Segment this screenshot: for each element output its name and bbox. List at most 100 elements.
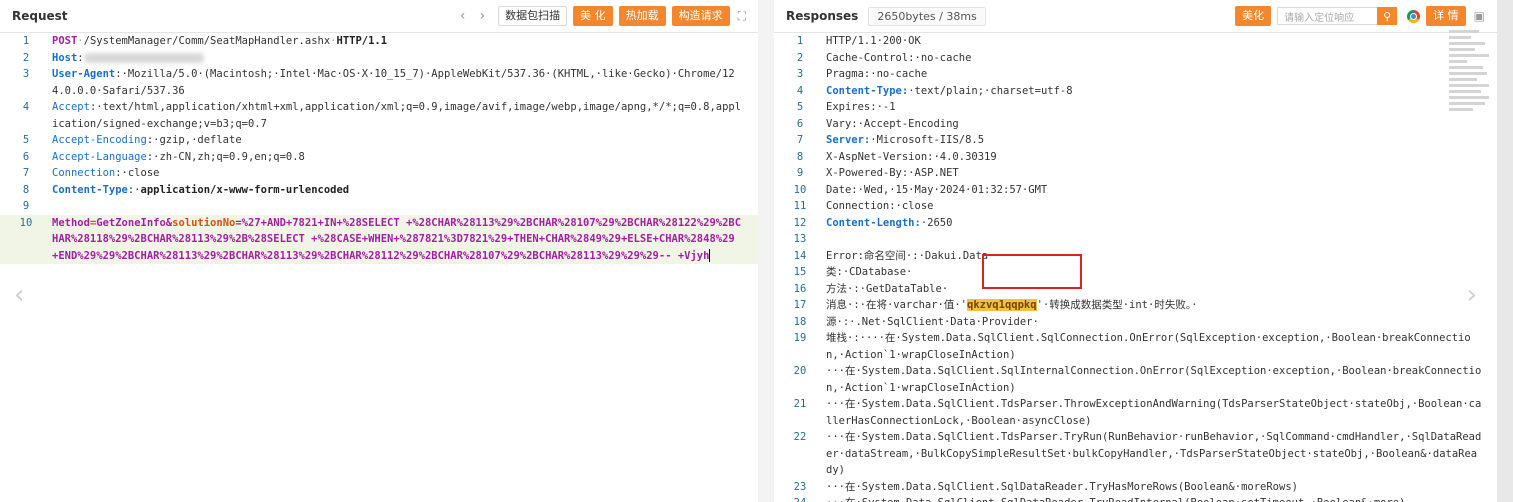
code-token: application/x-www-form-urlencoded <box>140 183 350 196</box>
code-line[interactable]: 1 POST·/SystemManager/Comm/SeatMapHandler… <box>0 33 758 50</box>
code-line[interactable]: 2 Host: <box>0 50 758 67</box>
code-line[interactable]: 3 User-Agent:·Mozilla/5.0·(Macintosh;·Int… <box>0 66 758 99</box>
line-number: 8 <box>796 150 804 163</box>
response-search-input[interactable]: 请输入定位响应 <box>1277 7 1378 25</box>
code-token: ···在·System.Data.SqlClient.SqlDataReader… <box>826 497 1405 502</box>
code-line[interactable]: 9 X-Powered-By:·ASP.NET <box>774 165 1497 182</box>
code-line[interactable]: 17 消息·:·在将·varchar·值·'qkzvq1qqpkq'·转换成数据类… <box>774 297 1497 314</box>
line-content: Method=GetZoneInfo&solutionNo=%27+AND+78… <box>52 215 758 265</box>
chrome-icon[interactable] <box>1407 9 1421 23</box>
code-token: POST <box>52 35 78 47</box>
code-line[interactable]: 8 X-AspNet-Version:·4.0.30319 <box>774 149 1497 166</box>
line-number: 15 <box>793 266 807 278</box>
code-line[interactable]: 10 Method=GetZoneInfo&solutionNo=%27+AND+… <box>0 214 758 265</box>
code-token: 类:·CDatabase· <box>826 266 913 278</box>
line-number: 20 <box>793 365 807 377</box>
line-number: 9 <box>796 167 804 179</box>
line-content: ···在·System.Data.SqlClient.SqlInternalCo… <box>826 363 1497 396</box>
code-token: ···在·System.Data.SqlClient.SqlInternalCo… <box>826 365 1482 394</box>
code-line[interactable]: 19 堆栈·:····在·System.Data.SqlClient.SqlCon… <box>774 330 1497 363</box>
line-number: 12 <box>793 216 807 229</box>
code-token: Error:命名空间·:·Dakui.Data· <box>826 249 995 262</box>
chevron-left-icon[interactable]: ‹ <box>14 280 24 310</box>
response-minimap[interactable] <box>1449 30 1491 140</box>
line-content: Accept:·text/html,application/xhtml+xml,… <box>52 99 758 132</box>
code-token: 堆栈·:····在·System.Data.SqlClient.SqlConne… <box>826 332 1471 361</box>
line-content: 消息·:·在将·varchar·值·'qkzvq1qqpkq'·转换成数据类型·… <box>826 297 1497 314</box>
search-icon[interactable]: ⚲ <box>1377 7 1398 25</box>
chevron-right-icon[interactable]: › <box>479 8 485 24</box>
code-line[interactable]: 22 ···在·System.Data.SqlClient.TdsParser.T… <box>774 429 1497 479</box>
scan-button[interactable]: 数据包扫描 <box>498 6 568 26</box>
code-line[interactable]: 1 HTTP/1.1·200·OK <box>774 33 1497 50</box>
code-token: ···在·System.Data.SqlClient.TdsParser.Thr… <box>826 398 1482 427</box>
line-number: 22 <box>793 431 807 443</box>
code-token: Accept <box>52 101 90 113</box>
code-token: Server: <box>826 134 871 146</box>
line-number: 4 <box>22 101 30 113</box>
pane-divider[interactable] <box>758 0 774 502</box>
code-token: Date:·Wed,·15·May·2024·01:32:57·GMT <box>826 183 1048 196</box>
code-line[interactable]: 7 Server:·Microsoft-IIS/8.5 <box>774 132 1497 149</box>
code-line[interactable]: 4 Accept:·text/html,application/xhtml+xml… <box>0 99 758 132</box>
highlight-annotation-box <box>982 254 1082 289</box>
code-line[interactable]: 21 ···在·System.Data.SqlClient.TdsParser.T… <box>774 396 1497 429</box>
response-editor[interactable]: 1 HTTP/1.1·200·OK 2 Cache-Control:·no-cache… <box>774 33 1497 502</box>
code-line[interactable]: 8 Content-Type:·application/x-www-form-ur… <box>0 182 758 199</box>
detail-button[interactable]: 详 情 <box>1426 6 1466 26</box>
line-content: 堆栈·:····在·System.Data.SqlClient.SqlConne… <box>826 330 1497 363</box>
code-line[interactable]: 16 方法·:·GetDataTable· <box>774 281 1497 298</box>
line-number: 7 <box>796 134 804 146</box>
line-content: 源·:·.Net·SqlClient·Data·Provider· <box>826 314 1497 331</box>
line-content <box>826 231 1497 248</box>
code-line[interactable]: 20 ···在·System.Data.SqlClient.SqlInternal… <box>774 363 1497 396</box>
line-number: 5 <box>796 101 804 113</box>
code-line[interactable]: 14 Error:命名空间·:·Dakui.Data· <box>774 248 1497 265</box>
code-line[interactable]: 15 类:·CDatabase· <box>774 264 1497 281</box>
response-toolbar: Responses 2650bytes / 38ms 美化 请输入定位响应 ⚲ … <box>774 0 1497 33</box>
code-line[interactable]: 24···在·System.Data.SqlClient.SqlDataRead… <box>774 495 1497 502</box>
code-token: Accept-Encoding <box>52 134 147 146</box>
line-content: 类:·CDatabase· <box>826 264 1497 281</box>
code-token: Connection <box>52 167 116 179</box>
code-line[interactable]: 12 Content-Length:·2650 <box>774 215 1497 232</box>
line-number: 21 <box>793 398 807 410</box>
window-scrollbar[interactable] <box>1497 0 1513 502</box>
construct-request-button[interactable]: 构造请求 <box>671 6 730 26</box>
line-content: 方法·:·GetDataTable· <box>826 281 1497 298</box>
line-content: Content-Type:·application/x-www-form-url… <box>52 182 758 199</box>
chevron-left-icon[interactable]: ‹ <box>460 8 466 24</box>
line-number: 8 <box>22 183 30 196</box>
code-token: X-Powered-By:·ASP.NET <box>826 167 959 179</box>
redacted-host-value <box>83 52 204 63</box>
line-number: 10 <box>793 183 807 196</box>
code-line[interactable]: 3 Pragma:·no-cache <box>774 66 1497 83</box>
code-token: ·text/plain;·charset=utf-8 <box>908 84 1073 97</box>
request-editor[interactable]: 1 POST·/SystemManager/Comm/SeatMapHandler… <box>0 33 758 502</box>
code-line[interactable]: 4 Content-Type:·text/plain;·charset=utf-8 <box>774 83 1497 100</box>
hotload-button[interactable]: 热加载 <box>618 6 666 26</box>
code-token: :·gzip,·deflate <box>146 134 242 146</box>
line-number: 10 <box>19 216 33 229</box>
code-line[interactable]: 13 <box>774 231 1497 248</box>
line-number: 19 <box>793 332 807 344</box>
code-line[interactable]: 6 Vary:·Accept-Encoding <box>774 116 1497 133</box>
comment-icon[interactable]: ▣ <box>1474 9 1485 23</box>
beautify-response-button[interactable]: 美化 <box>1235 6 1272 26</box>
line-content: ···在·System.Data.SqlClient.SqlDataReader… <box>826 479 1497 496</box>
code-line[interactable]: 23 ···在·System.Data.SqlClient.SqlDataRead… <box>774 479 1497 496</box>
code-token: solutionNo <box>172 216 236 229</box>
code-line[interactable]: 11 Connection:·close <box>774 198 1497 215</box>
code-token: Vary:·Accept-Encoding <box>826 117 959 130</box>
code-line[interactable]: 7 Connection:·close <box>0 165 758 182</box>
code-line[interactable]: 10 Date:·Wed,·15·May·2024·01:32:57·GMT <box>774 182 1497 199</box>
code-line[interactable]: 18 源·:·.Net·SqlClient·Data·Provider· <box>774 314 1497 331</box>
code-line[interactable]: 5 Expires:·-1 <box>774 99 1497 116</box>
beautify-request-button[interactable]: 美 化 <box>573 6 613 26</box>
code-line[interactable]: 9 <box>0 198 758 215</box>
expand-icon[interactable]: ⛶ <box>738 9 746 24</box>
chevron-right-icon[interactable]: › <box>1467 280 1477 310</box>
code-line[interactable]: 6 Accept-Language:·zh-CN,zh;q=0.9,en;q=0.… <box>0 149 758 166</box>
code-line[interactable]: 2 Cache-Control:·no-cache <box>774 50 1497 67</box>
code-line[interactable]: 5 Accept-Encoding:·gzip,·deflate <box>0 132 758 149</box>
